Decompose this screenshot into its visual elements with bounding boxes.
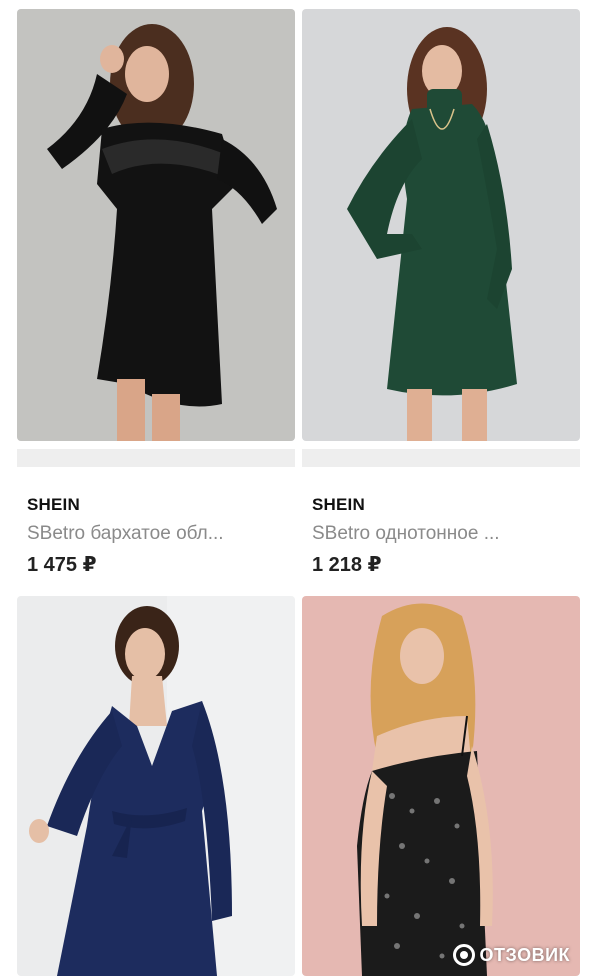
product-image-2[interactable]: [302, 9, 580, 441]
image-divider: [302, 449, 580, 467]
product-name[interactable]: SBetro однотонное ...: [312, 523, 574, 545]
image-divider: [17, 449, 295, 467]
product-image-4[interactable]: ОТЗОВИК: [302, 596, 580, 976]
product-brand: SHEIN: [312, 495, 365, 514]
product-image-3[interactable]: [17, 596, 295, 976]
watermark-text: ОТЗОВИК: [479, 944, 570, 965]
product-price: 1 475 ₽: [27, 554, 97, 576]
product-brand: SHEIN: [27, 495, 80, 514]
product-image-1[interactable]: [17, 9, 295, 441]
product-price: 1 218 ₽: [312, 554, 382, 576]
product-name[interactable]: SBetro бархатое обл...: [27, 523, 289, 545]
